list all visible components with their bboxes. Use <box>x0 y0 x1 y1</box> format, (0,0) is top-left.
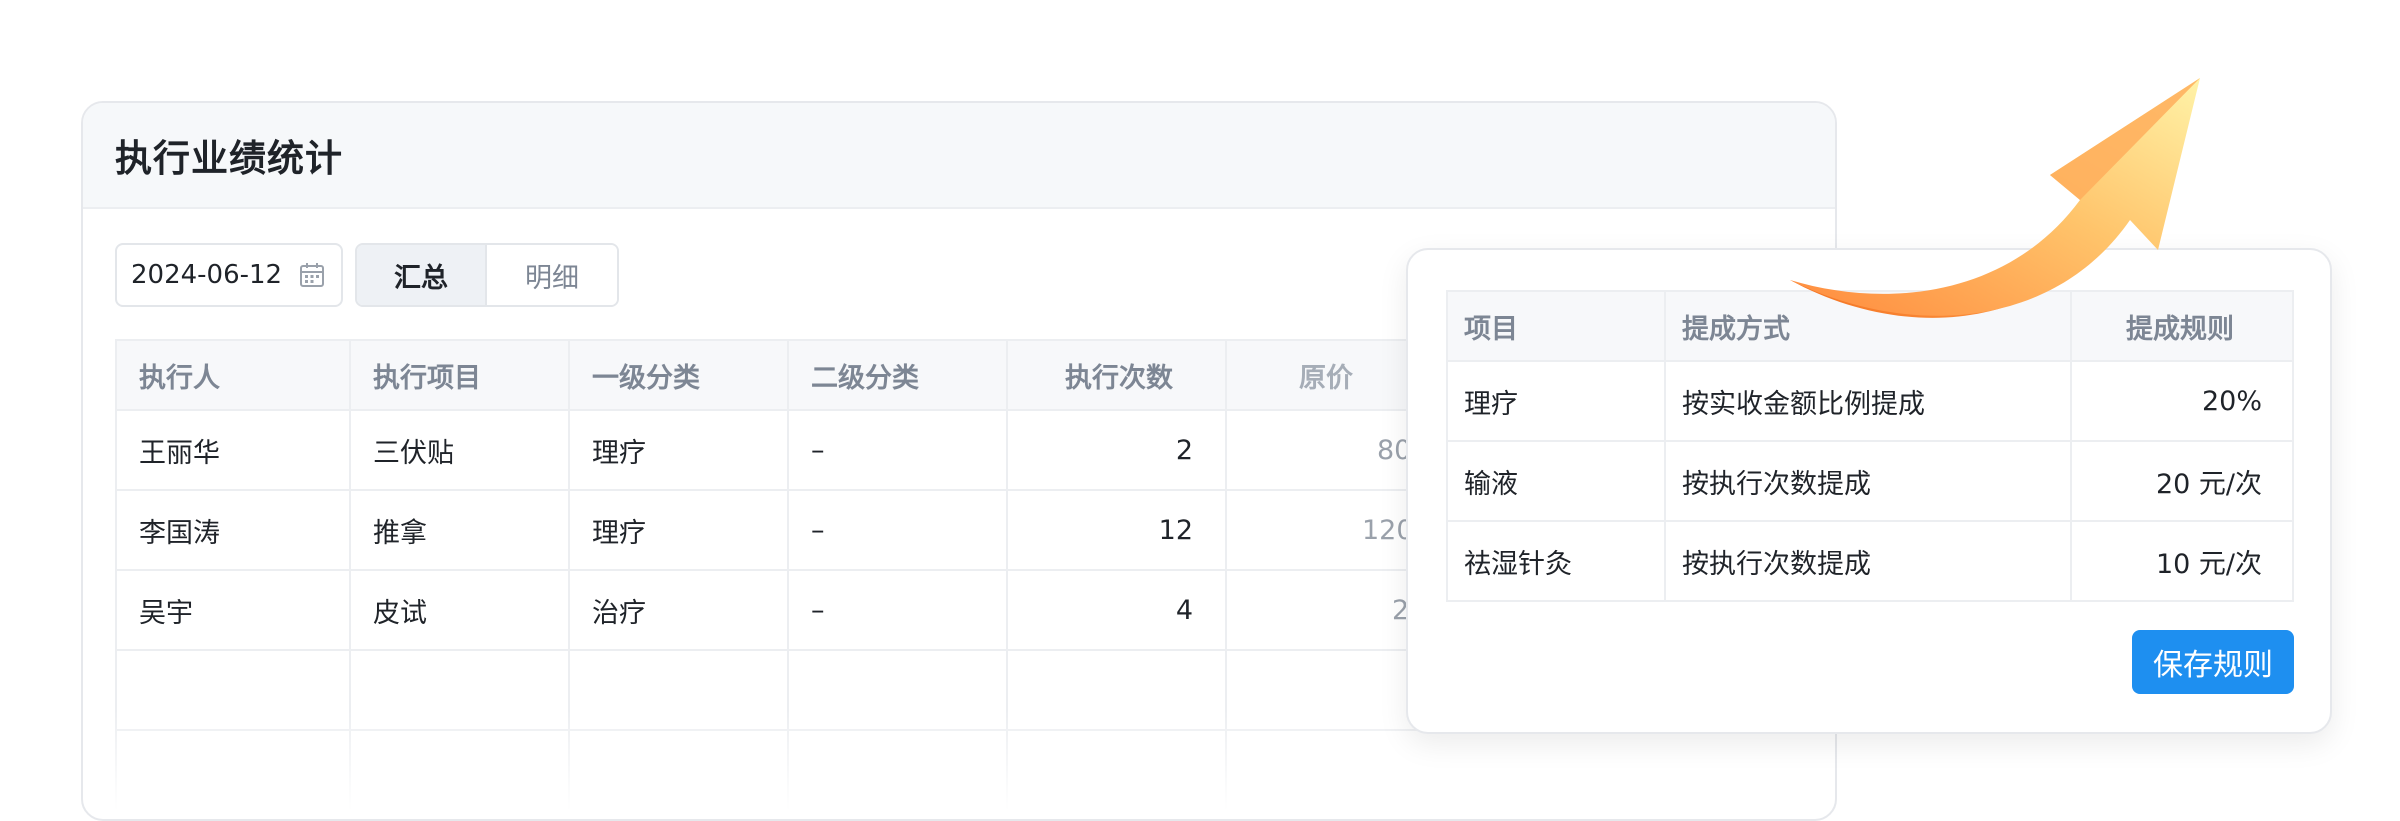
cell-category-2: – <box>787 409 1008 491</box>
rule-value[interactable]: 20% <box>2070 360 2294 442</box>
view-toggle: 汇总 明细 <box>355 243 619 307</box>
cell-item: 皮试 <box>349 569 570 651</box>
rule-project: 祛湿针灸 <box>1446 520 1666 602</box>
tab-summary[interactable]: 汇总 <box>357 245 487 305</box>
cell-executor: 吴宇 <box>115 569 351 651</box>
rule-value[interactable]: 20 元/次 <box>2070 440 2294 522</box>
save-rules-button[interactable]: 保存规则 <box>2132 630 2294 694</box>
toolbar: 2024-06-12 汇总 明细 <box>115 243 619 307</box>
rule-method: 按执行次数提成 <box>1664 440 2072 522</box>
rules-header-row: 项目 提成方式 提成规则 <box>1446 290 2294 362</box>
col-rule: 提成规则 <box>2070 290 2294 362</box>
commission-rules-popup: 项目 提成方式 提成规则 理疗 按实收金额比例提成 20% 输液 按执行次数提成… <box>1406 248 2332 734</box>
cell-item: 推拿 <box>349 489 570 571</box>
date-picker[interactable]: 2024-06-12 <box>115 243 343 307</box>
col-category-1: 一级分类 <box>568 339 789 411</box>
rule-project: 输液 <box>1446 440 1666 522</box>
cell-count: 12 <box>1006 489 1227 571</box>
page-title: 执行业绩统计 <box>115 137 343 180</box>
calendar-icon <box>300 263 324 287</box>
cell-category-2: – <box>787 489 1008 571</box>
cell-count: 2 <box>1006 409 1227 491</box>
cell-item: 三伏贴 <box>349 409 570 491</box>
cell-category-2: – <box>787 569 1008 651</box>
col-count: 执行次数 <box>1006 339 1227 411</box>
rules-row[interactable]: 祛湿针灸 按执行次数提成 10 元/次 <box>1446 520 2294 602</box>
rule-value[interactable]: 10 元/次 <box>2070 520 2294 602</box>
cell-executor: 李国涛 <box>115 489 351 571</box>
col-method: 提成方式 <box>1664 290 2072 362</box>
cell-category-1: 理疗 <box>568 489 789 571</box>
cell-category-1: 理疗 <box>568 409 789 491</box>
rule-method: 按执行次数提成 <box>1664 520 2072 602</box>
card-header: 执行业绩统计 <box>83 103 1835 209</box>
cell-count: 4 <box>1006 569 1227 651</box>
tab-detail[interactable]: 明细 <box>487 245 617 305</box>
rules-row[interactable]: 输液 按执行次数提成 20 元/次 <box>1446 440 2294 522</box>
date-value: 2024-06-12 <box>131 260 283 290</box>
rules-row[interactable]: 理疗 按实收金额比例提成 20% <box>1446 360 2294 442</box>
table-row-empty <box>115 729 1815 811</box>
col-category-2: 二级分类 <box>787 339 1008 411</box>
rule-project: 理疗 <box>1446 360 1666 442</box>
col-executor: 执行人 <box>115 339 351 411</box>
col-project: 项目 <box>1446 290 1666 362</box>
cell-category-1: 治疗 <box>568 569 789 651</box>
rule-method: 按实收金额比例提成 <box>1664 360 2072 442</box>
col-item: 执行项目 <box>349 339 570 411</box>
commission-rules-table: 项目 提成方式 提成规则 理疗 按实收金额比例提成 20% 输液 按执行次数提成… <box>1446 290 2294 602</box>
cell-executor: 王丽华 <box>115 409 351 491</box>
